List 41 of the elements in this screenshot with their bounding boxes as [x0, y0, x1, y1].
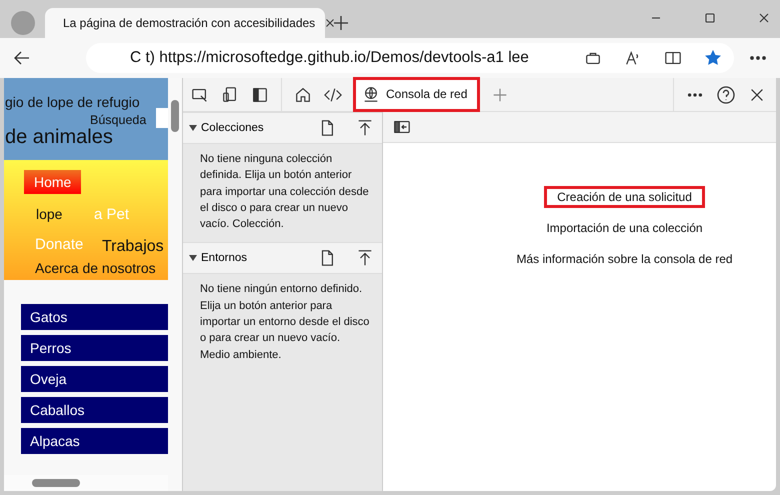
section-title: Colecciones — [201, 122, 265, 134]
section-title: Entornos — [201, 252, 248, 264]
globe-icon — [362, 84, 380, 102]
nav-link[interactable]: lope — [36, 206, 62, 222]
expand-arrow-icon[interactable] — [189, 125, 197, 131]
section-header[interactable]: Colecciones — [183, 112, 382, 144]
reader-view-icon[interactable] — [664, 49, 682, 67]
upload-icon[interactable] — [356, 249, 374, 268]
section-header[interactable]: Entornos — [183, 242, 382, 274]
nav-link[interactable]: Acerca de nosotros — [35, 260, 156, 276]
category-link[interactable]: Perros — [21, 335, 168, 361]
collapse-sidebar-icon[interactable] — [393, 118, 411, 136]
site-title: gio de lope de refugio — [5, 94, 140, 110]
category-link[interactable]: Oveja — [21, 366, 168, 392]
address-field[interactable]: C t) https://microsoftedge.github.io/Demos/devtools-a1 lee — [86, 43, 734, 73]
category-link[interactable]: Alpacas — [21, 428, 168, 454]
add-tab-icon[interactable] — [491, 86, 510, 104]
search-label: Búsqueda — [90, 113, 146, 127]
favorite-star-icon[interactable] — [704, 49, 722, 67]
category-link[interactable]: Caballos — [21, 397, 168, 423]
empty-state-text: No tiene ningún entorno definido. Elija un botón anterior para importar un entorno desde el disco o para crear un nuevo vacío. Medio ambiente. — [199, 282, 370, 363]
action-link[interactable]: Creación de una solicitud — [545, 187, 704, 207]
vertical-scrollbar[interactable] — [168, 78, 182, 491]
help-icon[interactable] — [716, 84, 736, 104]
upload-icon[interactable] — [356, 119, 374, 137]
category-link[interactable]: Gatos — [21, 304, 168, 330]
nav-link[interactable]: Trabajos — [102, 238, 164, 256]
expand-arrow-icon[interactable] — [189, 255, 197, 262]
home-icon[interactable] — [294, 86, 312, 104]
new-tab-icon[interactable] — [333, 15, 349, 31]
action-link[interactable]: Más información sobre la consola de red — [504, 249, 745, 269]
tool-tab[interactable]: Consola de red — [354, 78, 480, 111]
site-title: de animales — [5, 126, 113, 149]
search-field[interactable] — [156, 108, 168, 128]
tab-title: La página de demostración con accesibilidades — [63, 16, 316, 30]
empty-state-text: No tiene ninguna colección definida. Elija un botón anterior para importar una colección desde el disco o para crear un nuevo vacío. Colección. — [199, 152, 370, 232]
nav-link[interactable]: Home — [24, 170, 82, 194]
device-icon[interactable] — [221, 86, 239, 104]
action-link[interactable]: Importación de una colección — [534, 218, 715, 238]
sidebar-icon[interactable] — [251, 86, 269, 104]
code-icon[interactable] — [324, 86, 342, 104]
